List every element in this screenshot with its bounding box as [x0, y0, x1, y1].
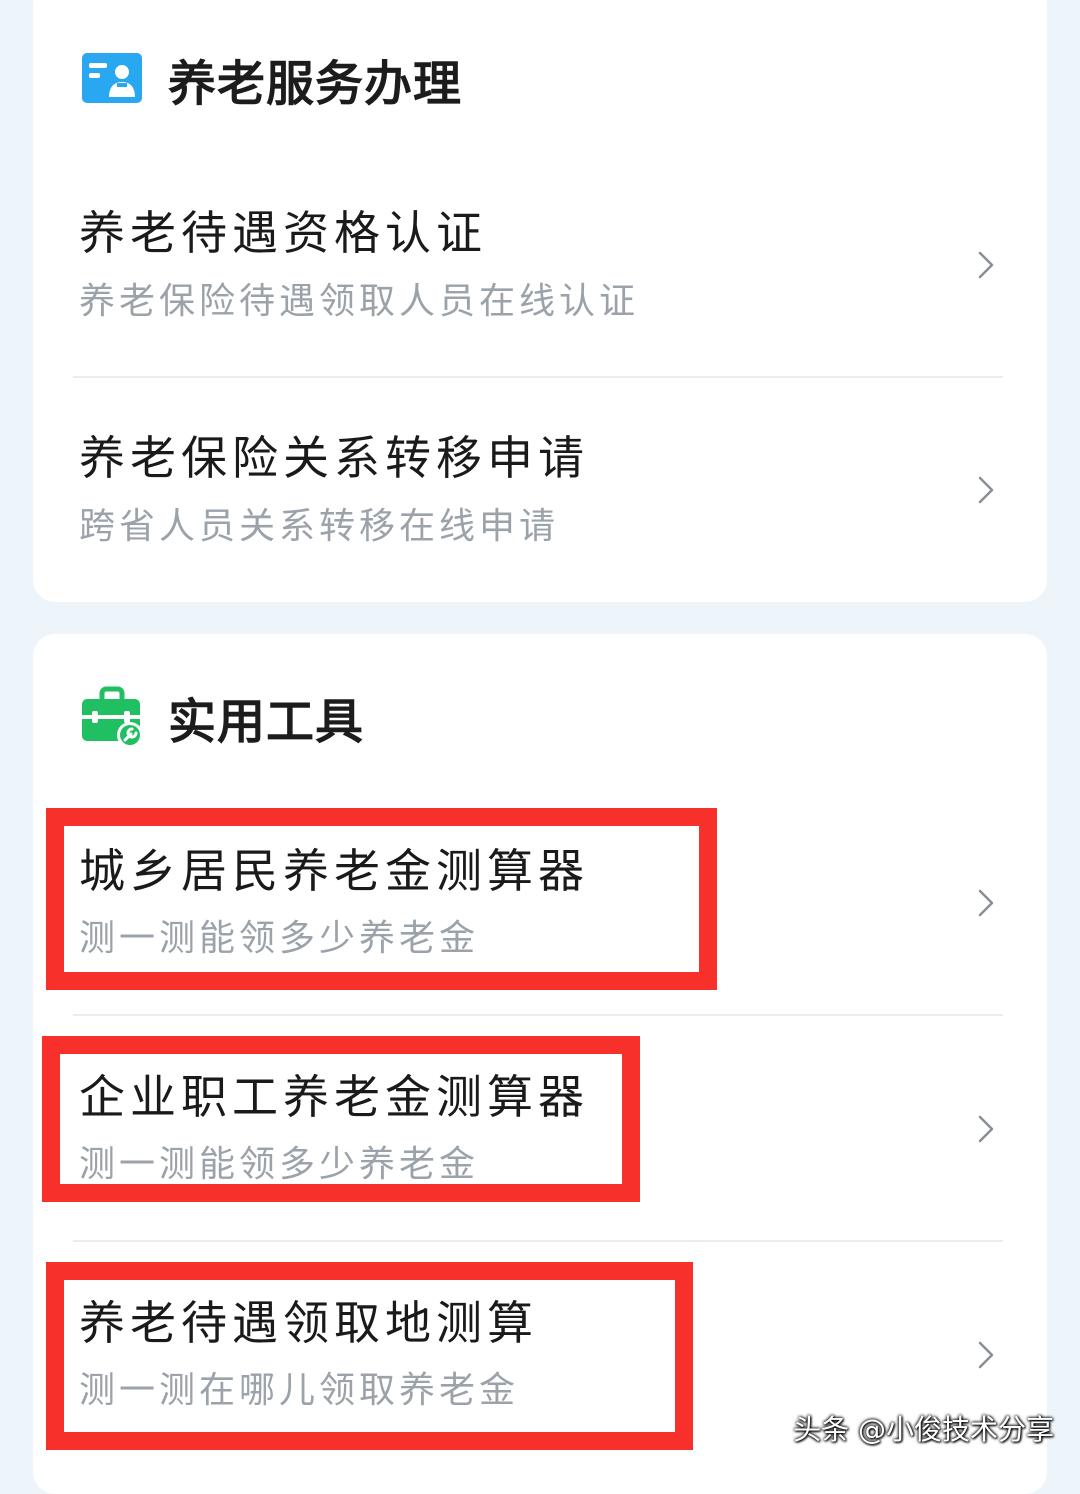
list-item-rural-pension-calculator[interactable]: 城乡居民养老金测算器 测一测能领多少养老金 [33, 814, 1047, 999]
divider [73, 376, 1003, 378]
toolbox-wrench-icon [82, 686, 143, 748]
list-item-insurance-transfer[interactable]: 养老保险关系转移申请 跨省人员关系转移在线申请 [33, 405, 1047, 581]
watermark: 头条 @小俊技术分享 [793, 1413, 1054, 1446]
list-item-title: 城乡居民养老金测算器 [79, 844, 589, 898]
chevron-right-icon [978, 476, 994, 504]
list-item-subtitle: 测一测能领多少养老金 [79, 1144, 480, 1185]
list-item-subtitle: 养老保险待遇领取人员在线认证 [79, 281, 640, 322]
pension-service-card: 养老服务办理 养老待遇资格认证 养老保险待遇领取人员在线认证 养老保险关系转移申… [33, 0, 1047, 602]
divider [73, 1014, 1003, 1016]
practical-tools-card: 实用工具 城乡居民养老金测算器 测一测能领多少养老金 企业职工养老金测算器 测一… [33, 634, 1047, 1494]
list-item-pension-qualification[interactable]: 养老待遇资格认证 养老保险待遇领取人员在线认证 [33, 180, 1047, 356]
chevron-right-icon [978, 1115, 994, 1143]
list-item-title: 养老待遇资格认证 [79, 206, 487, 260]
list-item-enterprise-pension-calculator[interactable]: 企业职工养老金测算器 测一测能领多少养老金 [33, 1040, 1047, 1225]
chevron-right-icon [978, 251, 994, 279]
chevron-right-icon [978, 889, 994, 917]
list-item-subtitle: 测一测在哪儿领取养老金 [79, 1370, 520, 1411]
section-title: 养老服务办理 [168, 56, 463, 112]
id-card-person-icon [82, 53, 142, 103]
divider [73, 1240, 1003, 1242]
pension-service-header: 养老服务办理 [80, 44, 462, 114]
list-item-subtitle: 跨省人员关系转移在线申请 [79, 506, 560, 547]
list-item-title: 企业职工养老金测算器 [79, 1070, 589, 1124]
list-item-subtitle: 测一测能领多少养老金 [79, 918, 480, 959]
section-title: 实用工具 [168, 694, 365, 750]
list-item-title: 养老待遇领取地测算 [79, 1296, 538, 1350]
practical-tools-header: 实用工具 [80, 682, 364, 752]
list-item-title: 养老保险关系转移申请 [79, 431, 589, 485]
chevron-right-icon [978, 1341, 994, 1369]
